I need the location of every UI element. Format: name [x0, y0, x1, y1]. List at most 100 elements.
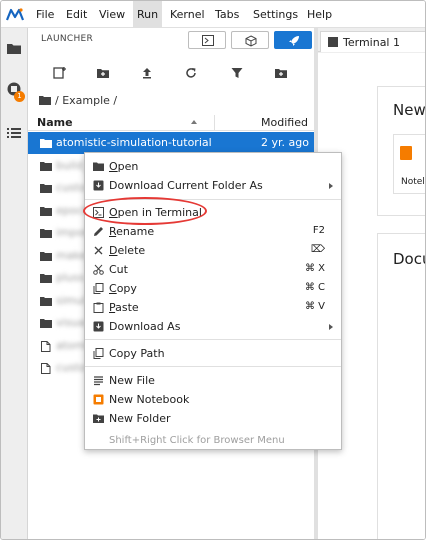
file-name: atomi — [56, 338, 88, 352]
menu-item-download-as[interactable]: Download As — [85, 317, 341, 336]
file-icon — [41, 340, 51, 352]
column-name-header[interactable]: Name — [37, 116, 73, 129]
section-title: Docu — [393, 250, 425, 268]
copy-icon — [93, 283, 104, 294]
menu-separator — [85, 199, 341, 200]
context-menu: Open Download Current Folder As Open in … — [84, 152, 342, 450]
menu-item-new-notebook[interactable]: New Notebook — [85, 390, 341, 409]
menu-item-rename[interactable]: Rename F2 — [85, 222, 341, 241]
submenu-arrow-icon — [329, 183, 333, 189]
menu-item-label: Open in Terminal — [109, 206, 202, 219]
menu-bar: File Edit View Run Kernel Tabs Settings … — [1, 1, 425, 28]
table-of-contents-icon[interactable] — [6, 125, 22, 141]
extension-button[interactable] — [231, 31, 269, 49]
scissors-icon — [93, 264, 104, 275]
section-title: New — [393, 101, 426, 119]
refresh-icon[interactable] — [184, 66, 198, 80]
paste-icon — [93, 302, 104, 313]
cube-icon — [245, 35, 257, 47]
menu-item-open[interactable]: Open — [85, 157, 341, 176]
launch-button[interactable] — [274, 31, 312, 49]
file-name: atomistic-simulation-tutorial — [56, 136, 212, 149]
pencil-icon — [94, 227, 103, 236]
copy-icon — [93, 348, 104, 359]
shortcut: ⌘ C — [304, 282, 325, 293]
menu-settings[interactable]: Settings — [249, 1, 302, 28]
shortcut: ⌦ — [310, 244, 325, 255]
file-icon — [41, 363, 51, 374]
menu-item-new-file[interactable]: New File — [85, 371, 341, 390]
tile-label: Notel — [401, 177, 425, 187]
menu-run[interactable]: Run — [133, 1, 163, 28]
new-launcher-icon[interactable] — [53, 66, 67, 80]
folder-icon — [40, 229, 52, 238]
menu-item-cut[interactable]: Cut ⌘ X — [85, 260, 341, 279]
menu-edit[interactable]: Edit — [62, 1, 91, 28]
folder-icon — [40, 251, 52, 261]
upload-icon[interactable] — [140, 66, 154, 80]
file-name: custo — [56, 181, 86, 194]
menu-item-label: New Folder — [109, 412, 171, 425]
menu-item-label: Rename — [109, 225, 155, 238]
open-terminal-button[interactable] — [188, 31, 226, 49]
menu-help[interactable]: Help — [303, 1, 336, 28]
folder-icon — [40, 161, 52, 171]
column-modified-header[interactable]: Modified — [261, 116, 308, 129]
new-folder-icon[interactable] — [96, 66, 110, 80]
menu-tabs[interactable]: Tabs — [211, 1, 243, 28]
menu-item-label: Download Current Folder As — [109, 179, 263, 192]
shortcut: F2 — [312, 225, 325, 236]
file-name: simul — [56, 293, 86, 307]
folder-icon — [93, 162, 104, 171]
file-row[interactable]: atomistic-simulation-tutorial 2 yr. ago — [28, 132, 314, 154]
menu-item-copy[interactable]: Copy ⌘ C — [85, 279, 341, 298]
menu-file[interactable]: File — [32, 1, 58, 28]
launcher-section-new: New Notel — [377, 86, 426, 216]
accel-letter: C — [109, 282, 117, 295]
folder-icon[interactable] — [39, 95, 51, 105]
menu-item-new-folder[interactable]: New Folder — [85, 409, 341, 428]
menu-item-download-current-folder[interactable]: Download Current Folder As — [85, 176, 341, 195]
accel-letter: R — [109, 225, 117, 238]
file-modified: 2 yr. ago — [261, 136, 309, 149]
jupyterlab-window: File Edit View Run Kernel Tabs Settings … — [0, 0, 426, 540]
menu-item-delete[interactable]: Delete ⌦ — [85, 241, 341, 260]
menu-item-open-in-terminal[interactable]: Open in Terminal — [85, 203, 341, 222]
tab-bar: Terminal 1 — [318, 28, 425, 52]
menu-separator — [85, 339, 341, 340]
running-count-badge: 1 — [14, 91, 25, 102]
column-divider[interactable] — [214, 115, 215, 131]
new-folder-plus-icon[interactable] — [274, 66, 288, 80]
notebook-launcher-tile[interactable]: Notel — [393, 134, 425, 194]
menu-item-paste[interactable]: Paste ⌘ V — [85, 298, 341, 317]
folder-icon — [40, 184, 52, 193]
folder-icon — [40, 296, 52, 306]
terminal-icon — [328, 37, 338, 47]
file-name: visua — [56, 316, 86, 329]
menu-item-label: Paste — [109, 301, 139, 314]
sort-ascending-icon[interactable] — [191, 120, 197, 124]
folder-icon — [40, 319, 52, 328]
folder-icon — [40, 206, 52, 216]
breadcrumb-path[interactable]: / Example / — [55, 94, 117, 107]
menu-item-label: Download As — [109, 320, 181, 333]
menu-item-label: Delete — [109, 244, 146, 257]
folder-icon[interactable] — [6, 41, 22, 57]
file-name: pluss — [56, 271, 85, 284]
tab-terminal-1[interactable]: Terminal 1 — [320, 31, 425, 52]
panel-title: LAUNCHER — [41, 34, 94, 44]
menu-view[interactable]: View — [95, 1, 129, 28]
rocket-icon — [289, 36, 299, 46]
submenu-arrow-icon — [329, 324, 333, 330]
filter-icon[interactable] — [230, 66, 244, 80]
jupyter-logo-icon[interactable] — [5, 7, 25, 22]
text-file-icon — [94, 376, 103, 386]
activity-bar: 1 — [1, 28, 28, 539]
notebook-icon — [93, 394, 104, 405]
menu-item-copy-path[interactable]: Copy Path — [85, 344, 341, 363]
menu-kernel[interactable]: Kernel — [166, 1, 209, 28]
menu-item-label: Cut — [109, 263, 128, 276]
new-folder-icon — [93, 414, 104, 423]
menu-separator — [85, 366, 341, 367]
menu-item-label: Open — [109, 160, 139, 173]
